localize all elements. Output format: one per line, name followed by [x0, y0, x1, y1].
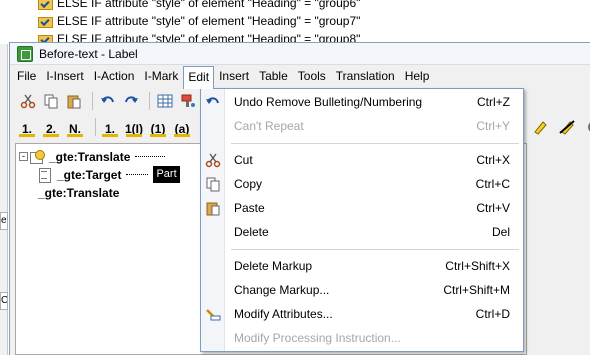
- menu-item-undo[interactable]: Undo Remove Bulleting/Numbering Ctrl+Z: [201, 90, 523, 114]
- menu-item-shortcut: Del: [491, 225, 510, 239]
- numbering-button[interactable]: N.: [66, 117, 84, 137]
- no-highlight-icon[interactable]: [557, 117, 577, 137]
- paste-icon[interactable]: [64, 91, 84, 111]
- table-icon[interactable]: [155, 91, 175, 111]
- node-label: _gte:Target: [57, 167, 122, 182]
- target-node-icon: [38, 168, 51, 183]
- menu-help[interactable]: Help: [400, 66, 435, 87]
- menu-file[interactable]: File: [12, 66, 41, 87]
- toolbar-separator: [149, 92, 150, 110]
- title-bar[interactable]: Before-text - Label: [10, 43, 590, 65]
- numbering-button[interactable]: 2.: [42, 117, 60, 137]
- rule-text: ELSE IF attribute "style" of element "He…: [57, 0, 361, 10]
- menu-item-cut[interactable]: Cut Ctrl+X: [201, 148, 523, 172]
- menu-item-label: Modify Processing Instruction...: [234, 331, 401, 345]
- redo-icon[interactable]: [121, 91, 141, 111]
- undo-icon[interactable]: [98, 91, 118, 111]
- toolbar-separator: [95, 118, 96, 136]
- window-title: Before-text - Label: [39, 46, 138, 61]
- menu-item-label: Change Markup...: [234, 283, 330, 297]
- menu-i-mark[interactable]: I-Mark: [139, 66, 183, 87]
- menu-edit[interactable]: Edit: [183, 66, 215, 89]
- node-connector: [135, 156, 166, 157]
- rule-icon: [38, 0, 53, 10]
- numbering-button[interactable]: (a): [173, 117, 191, 137]
- menu-item-label: Delete Markup: [234, 259, 313, 273]
- menu-item-shortcut: Ctrl+Shift+X: [445, 259, 510, 273]
- numbering-button[interactable]: 1.: [18, 117, 36, 137]
- numbering-button[interactable]: 1.: [101, 117, 119, 137]
- collapse-toggle[interactable]: -: [19, 152, 28, 161]
- toolbar-right-group: [530, 117, 590, 137]
- toolbar-separator: [92, 92, 93, 110]
- menu-item-shortcut: Ctrl+V: [476, 201, 510, 215]
- tree-node-target[interactable]: _gte:Target Part: [38, 166, 180, 183]
- tree-node-translate-end[interactable]: _gte:Translate: [38, 184, 119, 201]
- background-tab[interactable]: Ca: [0, 292, 8, 310]
- copy-icon: [201, 172, 225, 196]
- menu-separator: [231, 143, 519, 144]
- translate-node-icon: [30, 150, 45, 164]
- menu-tools[interactable]: Tools: [293, 66, 331, 87]
- cut-icon[interactable]: [18, 91, 38, 111]
- menu-item-label: Undo Remove Bulleting/Numbering: [234, 95, 423, 109]
- rule-text: ELSE IF attribute "style" of element "He…: [57, 14, 361, 28]
- menu-item-shortcut: Ctrl+X: [476, 153, 510, 167]
- menu-bar: File I-Insert I-Action I-Mark Edit Inser…: [10, 65, 590, 89]
- menu-item-modify-attributes[interactable]: Modify Attributes... Ctrl+D: [201, 302, 523, 326]
- menu-item-delete[interactable]: Delete Del: [201, 220, 523, 244]
- menu-item-shortcut: Ctrl+C: [475, 177, 510, 191]
- background-rule-list: ELSE IF attribute "style" of element "He…: [0, 0, 590, 46]
- copy-icon[interactable]: [41, 91, 61, 111]
- rule-row[interactable]: ELSE IF attribute "style" of element "He…: [38, 12, 360, 30]
- menu-item-shortcut: Ctrl+Shift+M: [443, 283, 510, 297]
- menu-table[interactable]: Table: [254, 66, 293, 87]
- app-icon: [17, 45, 33, 62]
- paste-icon: [201, 196, 225, 220]
- menu-i-insert[interactable]: I-Insert: [41, 66, 88, 87]
- rule-icon: [38, 15, 53, 28]
- edit-menu-dropdown: Undo Remove Bulleting/Numbering Ctrl+Z C…: [200, 88, 524, 352]
- menu-item-label: Modify Attributes...: [234, 307, 333, 321]
- paint-icon[interactable]: [178, 91, 198, 111]
- menu-item-paste[interactable]: Paste Ctrl+V: [201, 196, 523, 220]
- menu-item-shortcut: Ctrl+D: [475, 307, 510, 321]
- menu-translation[interactable]: Translation: [331, 66, 400, 87]
- menu-item-repeat: Can't Repeat Ctrl+Y: [201, 114, 523, 138]
- menu-item-copy[interactable]: Copy Ctrl+C: [201, 172, 523, 196]
- rule-row[interactable]: ELSE IF attribute "style" of element "He…: [38, 0, 360, 12]
- menu-item-label: Can't Repeat: [234, 119, 304, 133]
- node-label: _gte:Translate: [49, 149, 131, 164]
- undo-icon: [201, 90, 225, 114]
- modify-attributes-icon: [201, 302, 225, 326]
- menu-insert[interactable]: Insert: [214, 66, 254, 87]
- part-content-badge[interactable]: Part: [153, 166, 180, 183]
- node-label: _gte:Translate: [38, 185, 120, 200]
- menu-item-label: Cut: [234, 153, 253, 167]
- menu-item-delete-markup[interactable]: Delete Markup Ctrl+Shift+X: [201, 254, 523, 278]
- menu-i-action[interactable]: I-Action: [89, 66, 140, 87]
- tree-node-translate[interactable]: - _gte:Translate: [19, 148, 170, 165]
- cut-icon: [201, 148, 225, 172]
- menu-item-shortcut: Ctrl+Y: [476, 119, 510, 133]
- menu-item-label: Paste: [234, 201, 265, 215]
- numbering-button[interactable]: 1(I): [125, 117, 143, 137]
- refresh-icon[interactable]: [584, 117, 590, 137]
- menu-item-modify-processing-instruction: Modify Processing Instruction...: [201, 326, 523, 350]
- background-tab[interactable]: ef: [0, 212, 8, 230]
- menu-item-change-markup[interactable]: Change Markup... Ctrl+Shift+M: [201, 278, 523, 302]
- node-connector: [126, 174, 149, 175]
- menu-separator: [231, 249, 519, 250]
- menu-item-label: Copy: [234, 177, 263, 191]
- highlight-icon[interactable]: [530, 117, 550, 137]
- menu-item-label: Delete: [234, 225, 269, 239]
- menu-item-shortcut: Ctrl+Z: [477, 95, 510, 109]
- numbering-button[interactable]: (1): [149, 117, 167, 137]
